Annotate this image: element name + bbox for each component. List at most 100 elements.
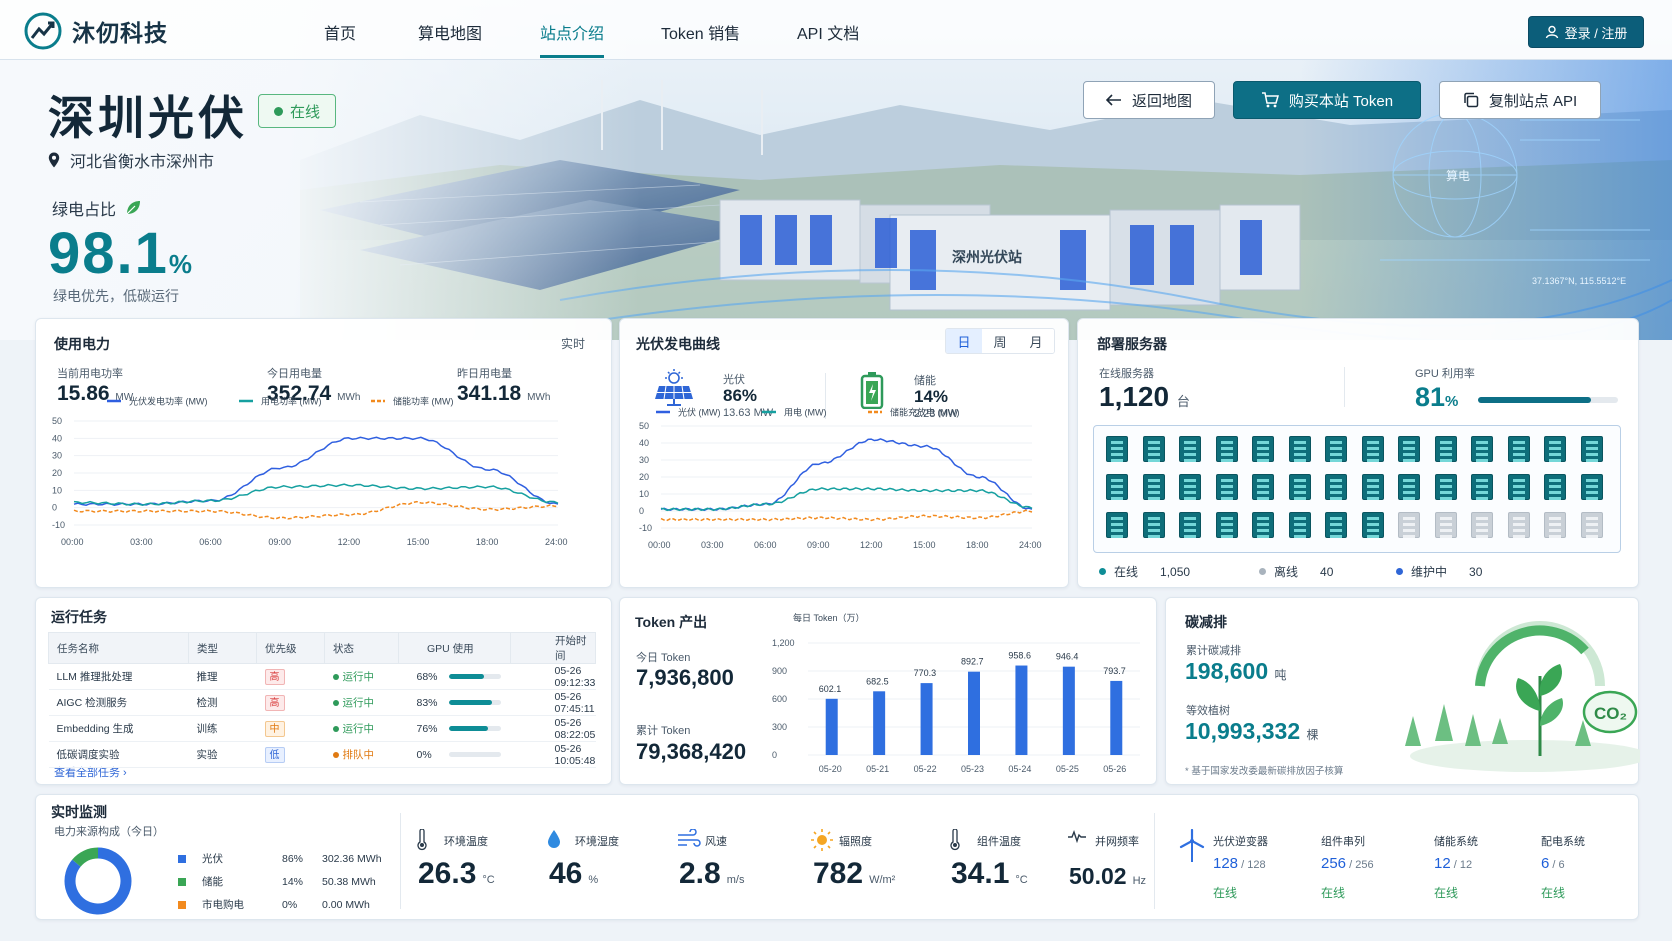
task-status-cell: 运行中 <box>324 663 399 690</box>
env-metric-number: 782 <box>813 857 864 890</box>
nav-site-intro[interactable]: 站点介绍 <box>540 20 604 44</box>
server-rack-icon[interactable] <box>1580 474 1603 500</box>
device-count: 256 / 256 <box>1321 855 1374 872</box>
server-rack-icon[interactable] <box>1507 436 1530 462</box>
server-rack-icon[interactable] <box>1325 474 1347 500</box>
table-row[interactable]: Embedding 生成 训练 中 运行中 76% 05-26 08:22:05 <box>48 715 596 742</box>
env-metric-number: 50.02 <box>1069 863 1127 889</box>
co2-label: CO₂ <box>1594 704 1627 723</box>
server-rack-icon[interactable] <box>1361 512 1384 538</box>
server-rack-icon[interactable] <box>1288 474 1311 500</box>
green-ratio-number: 98.1 <box>48 221 169 286</box>
bar <box>1110 680 1123 755</box>
server-rack-icon[interactable] <box>1434 474 1457 500</box>
server-rack-icon[interactable] <box>1434 436 1457 462</box>
series-line <box>660 509 1033 522</box>
server-rack-icon[interactable] <box>1434 512 1457 538</box>
server-rack-icon[interactable] <box>1544 512 1566 538</box>
server-rack-icon[interactable] <box>1361 474 1384 500</box>
server-rack-icon[interactable] <box>1215 436 1238 462</box>
legend-label: 储能功率 (MW) <box>393 396 454 407</box>
server-rack-icon[interactable] <box>1106 436 1128 462</box>
server-rack-icon[interactable] <box>1215 474 1238 500</box>
nav-api-docs[interactable]: API 文档 <box>797 20 859 44</box>
server-rack-icon[interactable] <box>1325 436 1347 462</box>
task-gpu-cell: 68% <box>398 663 511 690</box>
gpu-usage-bar <box>448 674 501 680</box>
power-usage-chart: -10 0 10 20 30 40 50 00:00 03:00 06:00 09:00 12:00 1… <box>52 396 568 548</box>
table-row[interactable]: 低碳调度实验 实验 低 排队中 0% 05-26 10:05:48 <box>48 741 596 768</box>
wind-turbine-icon <box>1178 828 1206 868</box>
server-rack-icon[interactable] <box>1544 474 1566 500</box>
bar-value-label: 946.4 <box>1056 652 1079 662</box>
server-rack-icon[interactable] <box>1361 436 1384 462</box>
copy-api-button[interactable]: 复制站点 API <box>1439 81 1601 119</box>
server-rack-icon[interactable] <box>1471 474 1493 500</box>
copy-icon <box>1464 92 1479 108</box>
x-tick-label: 12:00 <box>860 540 883 550</box>
table-row[interactable]: LLM 推理批处理 推理 高 运行中 68% 05-26 09:12:33 <box>48 663 596 690</box>
server-rack-icon[interactable] <box>1580 512 1603 538</box>
legend-maintenance-count: 30 <box>1469 564 1483 579</box>
table-row[interactable]: AIGC 检测服务 检测 高 运行中 83% 05-26 07:45:11 <box>48 689 596 716</box>
server-rack-icon[interactable] <box>1142 474 1165 500</box>
task-status: 运行中 <box>342 723 375 735</box>
source-name: 光伏 <box>202 853 223 865</box>
gpu-util-unit: % <box>1445 393 1459 410</box>
server-rack-icon[interactable] <box>1106 512 1128 538</box>
server-rack-icon[interactable] <box>1179 436 1201 462</box>
login-button[interactable]: 登录 / 注册 <box>1528 16 1644 48</box>
server-rack-icon[interactable] <box>1252 512 1274 538</box>
nav-home[interactable]: 首页 <box>324 20 356 44</box>
site-title: 深圳光伏 <box>48 92 248 144</box>
server-rack-icon[interactable] <box>1142 512 1165 538</box>
location-pin-icon <box>48 152 60 168</box>
server-rack-icon[interactable] <box>1288 512 1311 538</box>
server-rack-icon[interactable] <box>1288 436 1311 462</box>
server-rack-icon[interactable] <box>1252 474 1274 500</box>
server-rack-icon[interactable] <box>1215 512 1238 538</box>
x-tick-label: 05-25 <box>1056 764 1079 774</box>
nav-token-sales[interactable]: Token 销售 <box>661 20 740 44</box>
server-rack-icon[interactable] <box>1507 512 1530 538</box>
gpu-usage-bar <box>448 700 501 706</box>
nav-compute-map[interactable]: 算电地图 <box>418 20 482 44</box>
tree-equivalent-value: 10,993,332 <box>1185 718 1301 744</box>
y-tick-label: 0 <box>772 750 777 760</box>
server-rack-icon[interactable] <box>1471 512 1493 538</box>
device-count: 6 / 6 <box>1541 855 1565 872</box>
server-rack-icon[interactable] <box>1179 474 1201 500</box>
bar-value-label: 770.3 <box>914 668 937 678</box>
thermometer-icon <box>949 828 961 856</box>
gpu-util-value: 81 <box>1415 382 1446 412</box>
col-start-time: 开始时间 <box>510 632 596 664</box>
y-tick-label: 0 <box>52 503 57 513</box>
server-rack-icon[interactable] <box>1580 436 1603 462</box>
gpu-usage-fill <box>448 726 489 732</box>
server-rack-icon[interactable] <box>1544 436 1566 462</box>
buy-token-button[interactable]: 购买本站 Token <box>1233 81 1421 119</box>
device-total-count: 256 <box>1355 859 1374 871</box>
y-tick-label: 20 <box>639 472 649 482</box>
monitoring-card: 实时监测 电力来源构成（今日） 光伏 86% 302.36 MWh 储能 14% 50.3… <box>35 794 1639 920</box>
server-rack-icon[interactable] <box>1471 436 1493 462</box>
green-ratio-label-text: 绿电占比 <box>52 202 117 219</box>
server-rack-icon[interactable] <box>1398 474 1420 500</box>
gpu-util-fill <box>1478 397 1592 403</box>
server-rack-icon[interactable] <box>1252 436 1274 462</box>
servers-stat-divider <box>1344 367 1345 407</box>
server-rack-icon[interactable] <box>1106 474 1128 500</box>
brand-logo[interactable]: 沐仞科技 <box>24 12 168 50</box>
back-to-map-button[interactable]: 返回地图 <box>1083 81 1215 119</box>
server-rack-icon[interactable] <box>1507 474 1530 500</box>
y-tick-label: 600 <box>772 694 787 704</box>
server-rack-icon[interactable] <box>1142 436 1165 462</box>
legend-offline-dot <box>1259 568 1266 575</box>
online-servers-unit: 台 <box>1176 394 1190 409</box>
server-rack-icon[interactable] <box>1179 512 1201 538</box>
pv-generation-chart: -10 0 10 20 30 40 50 00:00 03:00 06:00 09:00 12:00 1… <box>639 407 1042 551</box>
server-rack-icon[interactable] <box>1398 512 1420 538</box>
server-rack-icon[interactable] <box>1325 512 1347 538</box>
token-output-card: Token 产出 今日 Token 7,936,800 累计 Token 79,… <box>619 597 1157 785</box>
server-rack-icon[interactable] <box>1398 436 1420 462</box>
